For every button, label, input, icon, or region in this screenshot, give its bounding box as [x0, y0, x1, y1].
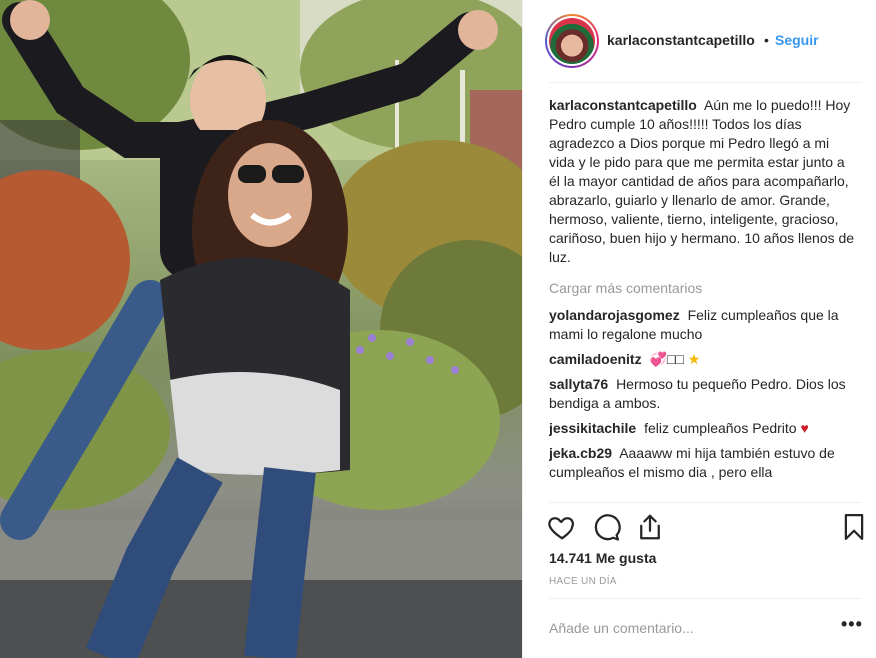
comment-input-divider [549, 598, 862, 599]
header-separator: • [764, 32, 769, 48]
share-button[interactable] [635, 512, 665, 542]
post-side-panel: karlaconstantcapetillo • Seguir karlacon… [522, 0, 876, 658]
comment-item: sallyta76 Hermoso tu pequeño Pedro. Dios… [549, 375, 855, 413]
save-button[interactable] [839, 512, 869, 542]
comment-item: yolandarojasgomez Feliz cumpleaños que l… [549, 306, 855, 344]
add-comment-input[interactable]: Añade un comentario... [549, 620, 819, 636]
comment-text: 💞□□ [649, 351, 684, 367]
comment-username[interactable]: jeka.cb29 [549, 445, 612, 461]
header-username[interactable]: karlaconstantcapetillo [607, 32, 755, 48]
caption: karlaconstantcapetillo Aún me lo puedo!!… [549, 96, 855, 267]
caption-text: Aún me lo puedo!!! Hoy Pedro cumple 10 a… [549, 97, 855, 265]
post-timestamp[interactable]: HACE UN DÍA [549, 576, 617, 587]
avatar-image [549, 18, 595, 64]
post-header: karlaconstantcapetillo • Seguir [523, 0, 876, 82]
avatar[interactable] [545, 14, 599, 68]
bookmark-icon [844, 514, 864, 540]
comment-username[interactable]: yolandarojasgomez [549, 307, 680, 323]
caption-username[interactable]: karlaconstantcapetillo [549, 97, 697, 113]
comment-username[interactable]: camiladoenitz [549, 351, 642, 367]
actions-divider [549, 502, 862, 503]
comment-username[interactable]: sallyta76 [549, 376, 608, 392]
photo-illustration [0, 0, 522, 658]
comment-item: jeka.cb29 Aaaaww mi hija también estuvo … [549, 444, 855, 482]
header-divider [549, 82, 862, 83]
likes-count[interactable]: 14.741 Me gusta [549, 550, 656, 566]
comment-username[interactable]: jessikitachile [549, 420, 636, 436]
comment-item: jessikitachile feliz cumpleaños Pedrito … [549, 419, 855, 438]
follow-button[interactable]: Seguir [775, 32, 819, 48]
comment-text: feliz cumpleaños Pedrito [644, 420, 797, 436]
comments-list[interactable]: karlaconstantcapetillo Aún me lo puedo!!… [549, 96, 855, 501]
comment-item: camiladoenitz 💞□□ ★ [549, 350, 855, 369]
share-icon [640, 514, 660, 540]
speech-bubble-icon [594, 514, 621, 541]
like-button[interactable] [547, 512, 577, 542]
red-heart-emoji-icon: ♥ [800, 420, 809, 436]
star-emoji-icon: ★ [687, 351, 701, 367]
post-photo[interactable] [0, 0, 522, 658]
heart-outline-icon [548, 517, 574, 540]
more-options-button[interactable]: ••• [841, 614, 863, 635]
comment-button[interactable] [591, 512, 621, 542]
load-more-comments-button[interactable]: Cargar más comentarios [549, 279, 855, 298]
